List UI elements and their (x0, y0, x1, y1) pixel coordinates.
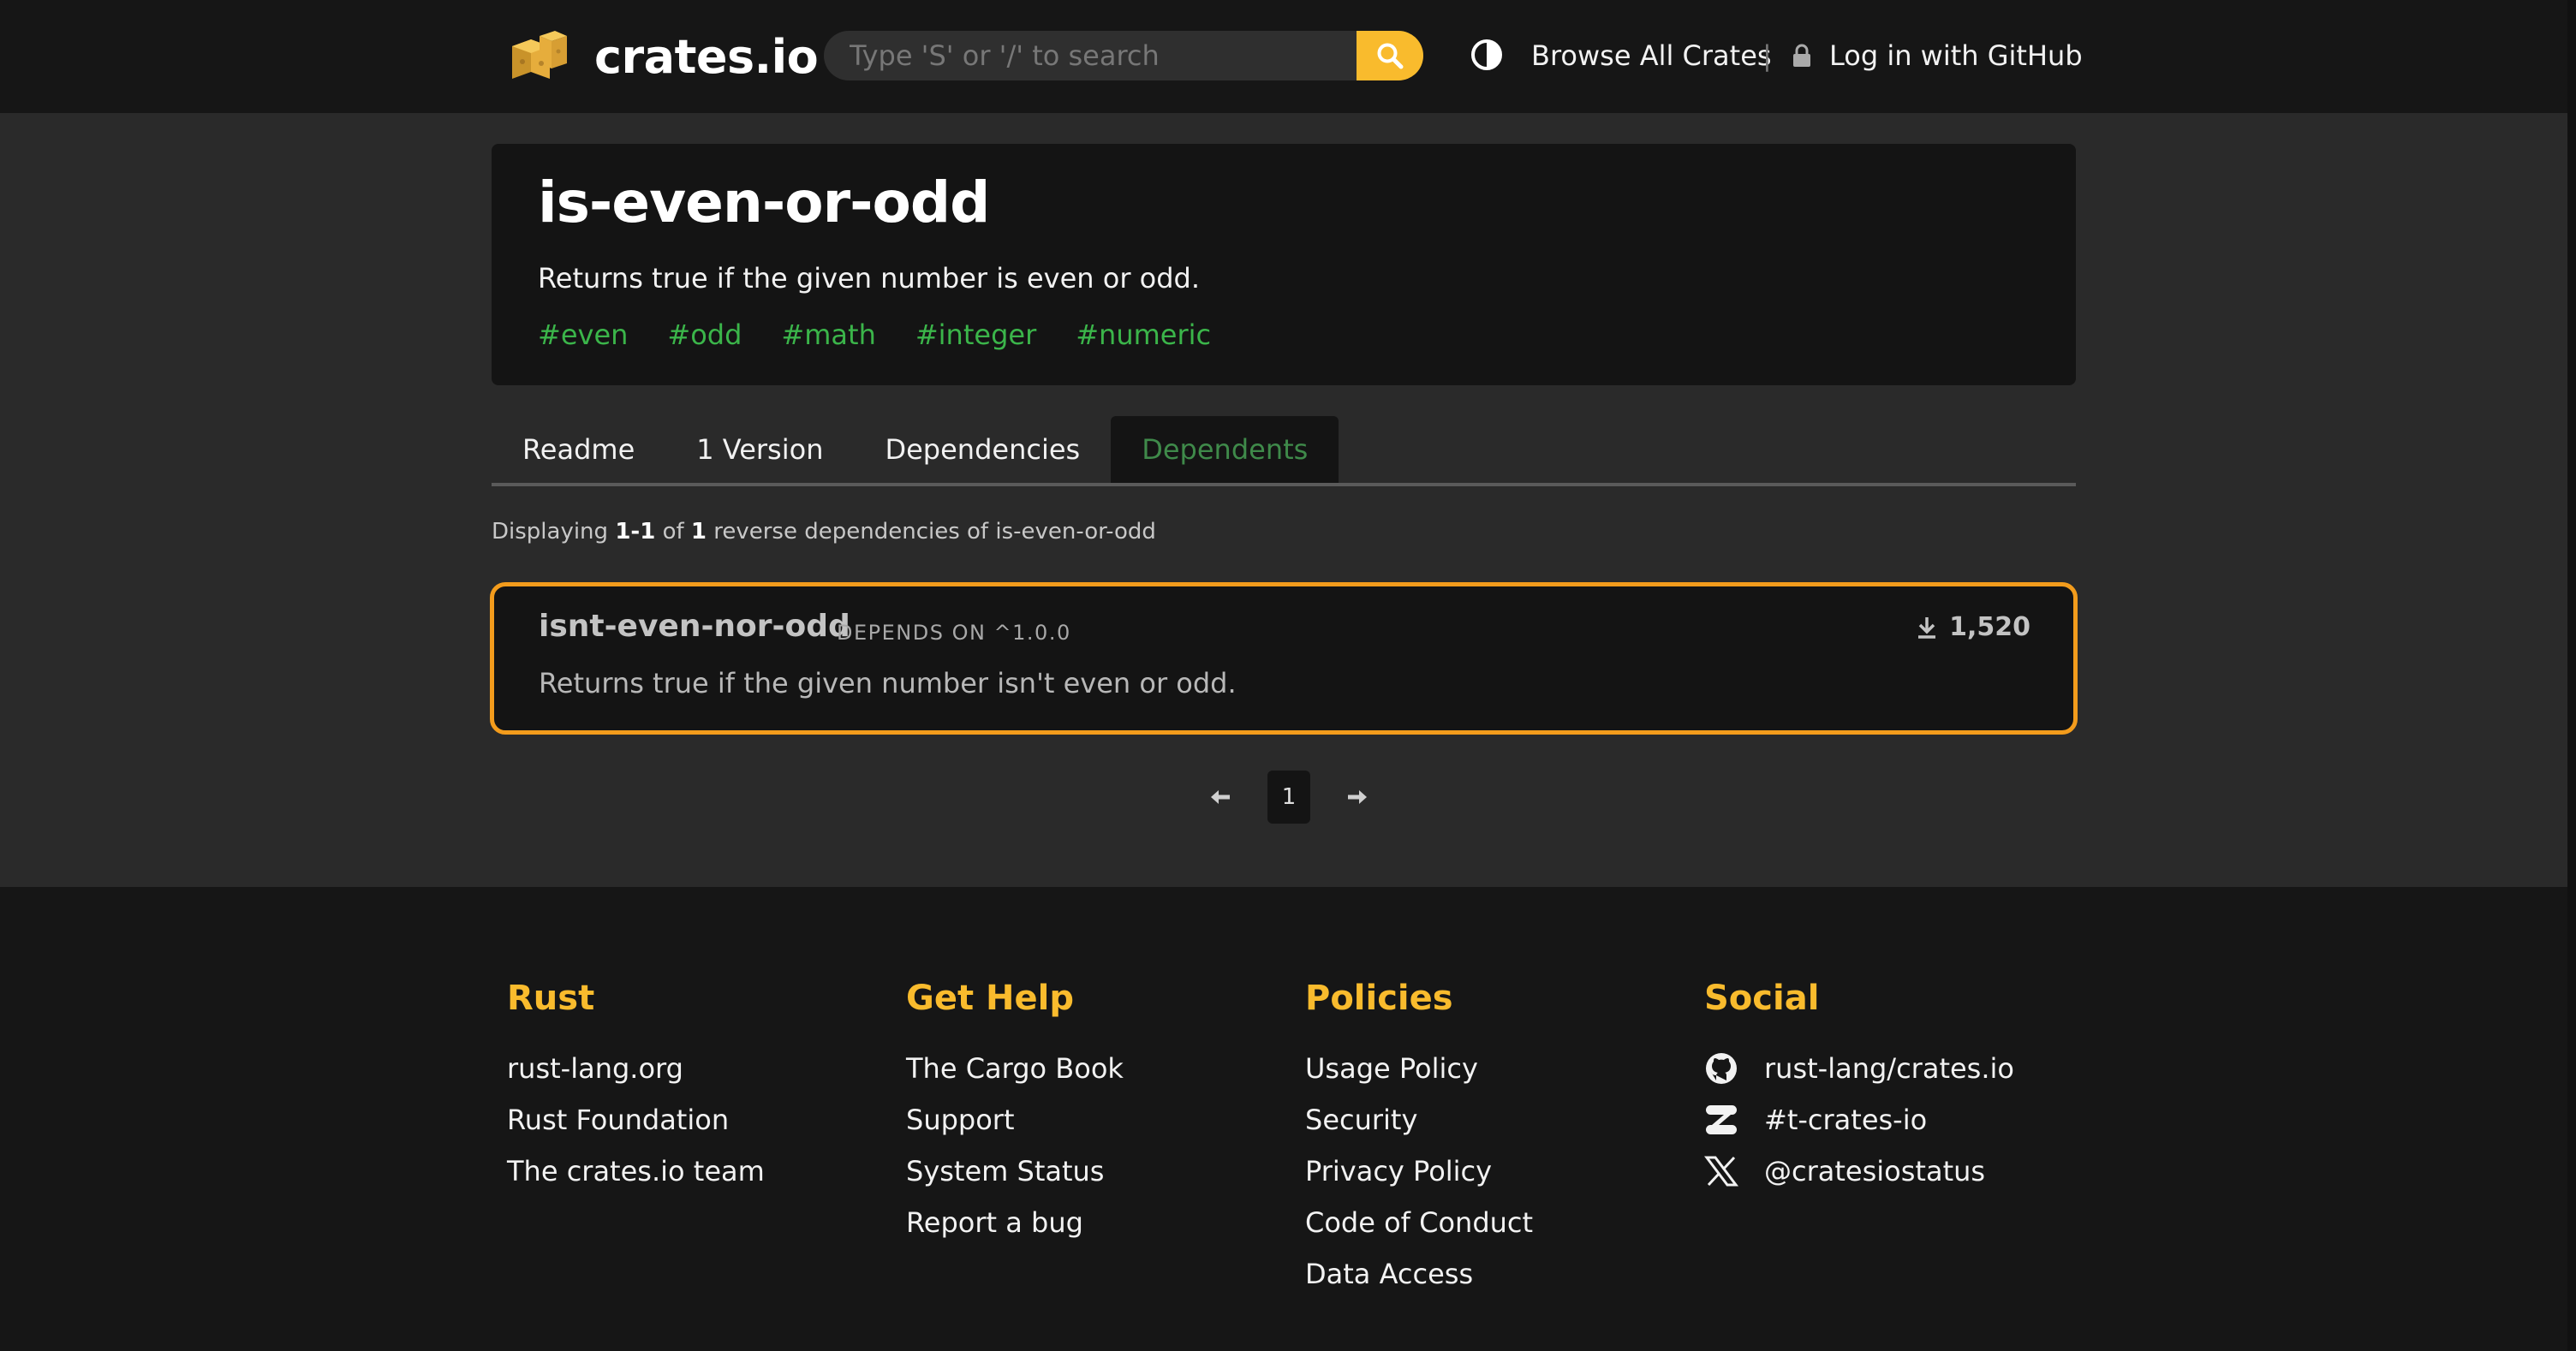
tab-dependencies[interactable]: Dependencies (854, 416, 1111, 483)
page-number-current[interactable]: 1 (1267, 771, 1310, 824)
summary-prefix: Displaying (492, 519, 609, 545)
dependent-crate-description: Returns true if the given number isn't e… (539, 667, 1237, 699)
summary-suffix: reverse dependencies of is-even-or-odd (713, 519, 1156, 545)
download-count: 1,520 (1917, 612, 2030, 642)
summary-range: 1-1 (615, 519, 656, 545)
footer-link[interactable]: Code of Conduct (1305, 1197, 1533, 1248)
nav-separator: | (1762, 39, 1772, 72)
window-edge (2567, 0, 2576, 1351)
footer: Rust rust-lang.org Rust Foundation The c… (0, 887, 2576, 1351)
keyword-link[interactable]: #integer (915, 318, 1036, 351)
search-icon (1377, 43, 1404, 69)
cargo-box-logo-icon (512, 31, 567, 79)
footer-link[interactable]: The crates.io team (507, 1146, 765, 1197)
footer-link[interactable]: System Status (906, 1146, 1124, 1197)
footer-link[interactable]: The Cargo Book (906, 1043, 1124, 1094)
crate-tabs: Readme 1 Version Dependencies Dependents (492, 416, 2076, 486)
footer-social-link-zulip[interactable]: #t-crates-io (1704, 1094, 2014, 1146)
results-summary: Displaying 1-1 of 1 reverse dependencies… (492, 519, 1156, 545)
keyword-list: #even #odd #math #integer #numeric (538, 318, 1211, 351)
arrow-right-icon (1348, 790, 1367, 804)
crate-name-title: is-even-or-odd (538, 170, 990, 235)
crate-header: is-even-or-odd Returns true if the given… (492, 144, 2076, 385)
footer-column-get-help: Get Help The Cargo Book Support System S… (906, 973, 1124, 1248)
search-button[interactable] (1357, 31, 1423, 80)
keyword-link[interactable]: #even (538, 318, 628, 351)
footer-column-policies: Policies Usage Policy Security Privacy P… (1305, 973, 1533, 1300)
color-scheme-toggle-icon[interactable] (1470, 38, 1504, 72)
x-icon (1704, 1156, 1738, 1187)
footer-social-link-x[interactable]: @cratesiostatus (1704, 1146, 2014, 1197)
footer-column-social: Social rust-lang/crates.io #t-crates-io (1704, 973, 2014, 1197)
site-name: crates.io (594, 29, 819, 84)
page: crates.io Browse All Crates | Log in wit… (0, 0, 2576, 1351)
home-logo-link[interactable]: crates.io (505, 22, 819, 91)
dependency-requirement: DEPENDS ON ^1.0.0 (837, 621, 1071, 645)
next-page-button[interactable] (1336, 771, 1379, 824)
footer-link[interactable]: Data Access (1305, 1248, 1533, 1300)
social-link-label: rust-lang/crates.io (1764, 1052, 2014, 1085)
tab-dependents[interactable]: Dependents (1111, 416, 1339, 483)
crate-description: Returns true if the given number is even… (538, 262, 1201, 295)
lock-icon (1793, 44, 1810, 67)
dependent-crate-row[interactable]: isnt-even-nor-odd DEPENDS ON ^1.0.0 1,52… (490, 582, 2078, 735)
summary-of: of (662, 519, 684, 545)
keyword-link[interactable]: #numeric (1076, 318, 1211, 351)
footer-link[interactable]: Usage Policy (1305, 1043, 1533, 1094)
social-link-label: #t-crates-io (1764, 1104, 1928, 1136)
github-icon (1706, 1053, 1737, 1084)
tab-versions[interactable]: 1 Version (665, 416, 854, 483)
tab-readme[interactable]: Readme (492, 416, 665, 483)
footer-link[interactable]: Rust Foundation (507, 1094, 765, 1146)
download-count-value: 1,520 (1949, 612, 2030, 642)
summary-total: 1 (690, 519, 707, 545)
keyword-link[interactable]: #odd (667, 318, 742, 351)
browse-all-crates-link[interactable]: Browse All Crates (1531, 34, 1772, 77)
login-with-github-link[interactable]: Log in with GitHub (1829, 34, 2083, 77)
footer-heading: Policies (1305, 979, 1453, 1018)
footer-heading: Social (1704, 979, 1820, 1018)
search-bar (824, 31, 1423, 80)
footer-link[interactable]: Report a bug (906, 1197, 1124, 1248)
social-link-label: @cratesiostatus (1764, 1155, 1986, 1187)
search-input[interactable] (824, 31, 1357, 80)
download-icon (1918, 616, 1936, 639)
top-navbar: crates.io Browse All Crates | Log in wit… (0, 0, 2576, 113)
footer-link[interactable]: Security (1305, 1094, 1533, 1146)
footer-social-link-github[interactable]: rust-lang/crates.io (1704, 1043, 2014, 1094)
keyword-link[interactable]: #math (781, 318, 875, 351)
footer-link[interactable]: rust-lang.org (507, 1043, 765, 1094)
prev-page-button[interactable] (1199, 771, 1242, 824)
zulip-icon (1706, 1105, 1737, 1134)
dependent-crate-name-link[interactable]: isnt-even-nor-odd (539, 609, 850, 644)
footer-heading: Rust (507, 979, 595, 1018)
pagination: 1 (1199, 771, 1379, 824)
footer-link[interactable]: Support (906, 1094, 1124, 1146)
footer-link[interactable]: Privacy Policy (1305, 1146, 1533, 1197)
footer-heading: Get Help (906, 979, 1074, 1018)
arrow-left-icon (1211, 790, 1230, 804)
footer-column-rust: Rust rust-lang.org Rust Foundation The c… (507, 973, 765, 1197)
